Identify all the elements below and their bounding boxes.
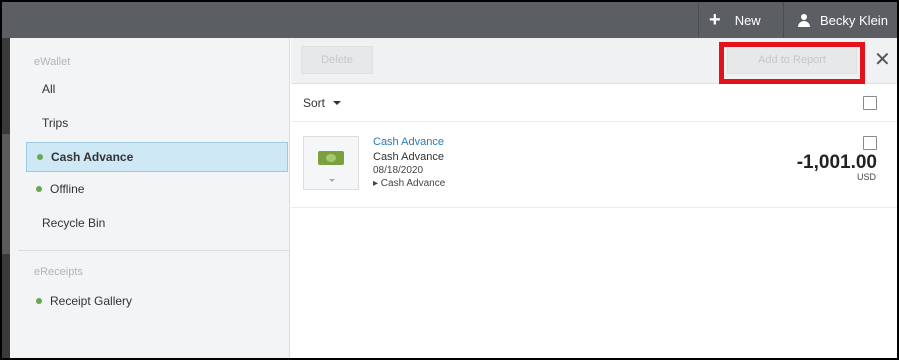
close-icon[interactable]: ✕ — [874, 50, 891, 70]
plus-icon: + — [709, 9, 721, 31]
app-frame: + New Becky Klein eWallet All Trips Cash… — [2, 2, 897, 358]
sort-dropdown[interactable]: Sort — [303, 96, 325, 110]
chevron-down-icon — [329, 179, 335, 182]
status-dot — [36, 186, 42, 192]
transaction-date: 08/18/2020 — [373, 165, 424, 176]
sidebar-item-label: Receipt Gallery — [50, 294, 133, 308]
ereceipts-section-title: eReceipts — [34, 266, 83, 278]
left-edge-strip — [2, 38, 10, 358]
sidebar-item-receipt-gallery[interactable]: Receipt Gallery — [26, 286, 288, 316]
sidebar-item-label: Trips — [42, 116, 69, 130]
sidebar-item-label: All — [42, 82, 56, 96]
transaction-currency: USD — [856, 172, 876, 182]
sidebar-item-offline[interactable]: Offline — [26, 174, 288, 204]
sidebar-item-label: Offline — [50, 182, 85, 196]
cash-icon — [303, 136, 359, 190]
sidebar-divider — [18, 250, 290, 251]
transaction-title[interactable]: Cash Advance — [373, 136, 444, 148]
sidebar-item-recycle-bin[interactable]: Recycle Bin — [26, 208, 288, 238]
sidebar-item-trips[interactable]: Trips — [26, 108, 288, 138]
sidebar-item-all[interactable]: All — [26, 74, 288, 104]
user-menu[interactable]: Becky Klein — [783, 2, 897, 38]
top-bar: + New Becky Klein — [2, 2, 897, 38]
user-icon — [798, 13, 810, 27]
transaction-detail[interactable]: ▸ Cash Advance — [373, 178, 445, 189]
highlight-box — [719, 42, 865, 84]
status-dot — [36, 298, 42, 304]
row-checkbox[interactable] — [863, 136, 877, 150]
sidebar-item-label: Recycle Bin — [42, 216, 106, 230]
sidebar-item-label: Cash Advance — [51, 150, 134, 164]
delete-button[interactable]: Delete — [301, 46, 373, 74]
sort-bar: Sort — [291, 84, 897, 122]
sidebar: eWallet All Trips Cash Advance Offline R… — [10, 38, 290, 358]
new-button[interactable]: + New — [698, 2, 772, 38]
ewallet-section-title: eWallet — [34, 56, 71, 68]
sidebar-item-cash-advance[interactable]: Cash Advance — [26, 142, 288, 172]
chevron-down-icon[interactable] — [333, 100, 342, 105]
main-panel: Delete Add to Report ✕ Sort Cash Advance… — [291, 38, 897, 358]
select-all-checkbox[interactable] — [863, 96, 877, 110]
transaction-type: Cash Advance — [373, 151, 444, 163]
status-dot — [37, 154, 43, 160]
transaction-amount: -1,001.00 — [796, 152, 877, 173]
table-row[interactable]: Cash Advance Cash Advance 08/18/2020 ▸ C… — [291, 122, 897, 208]
new-label: New — [734, 12, 761, 28]
toolbar: Delete Add to Report ✕ — [291, 38, 897, 84]
user-name: Becky Klein — [820, 12, 888, 28]
